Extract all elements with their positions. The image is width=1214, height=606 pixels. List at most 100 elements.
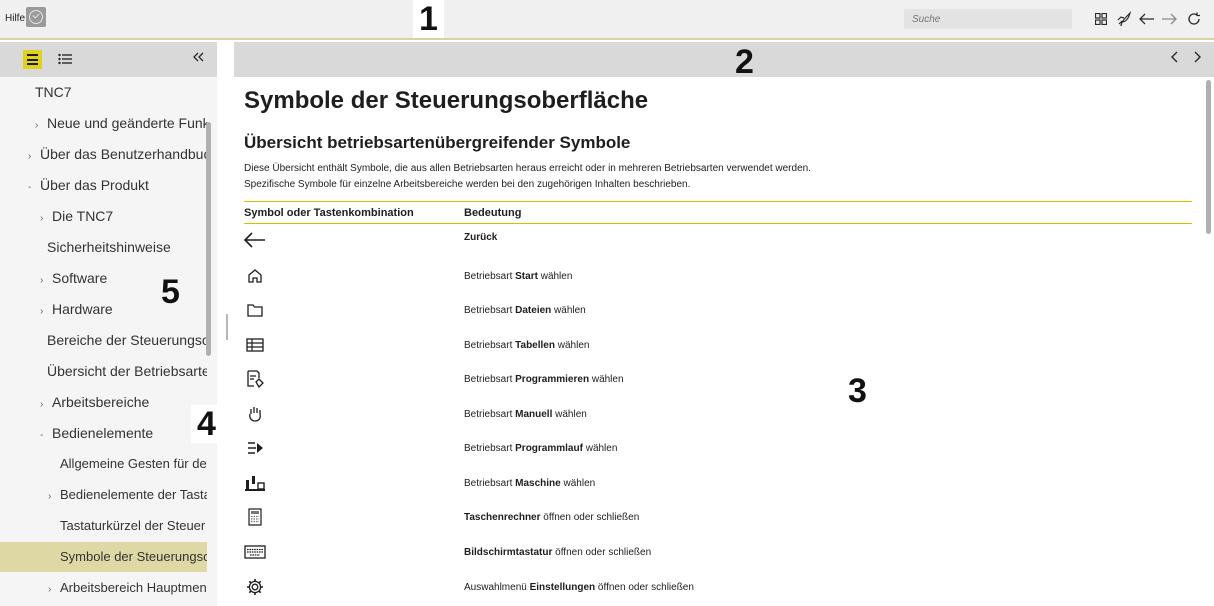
expand-chevron-icon[interactable]: › (35, 111, 47, 138)
meaning-text: öffnen oder schließen (595, 582, 694, 593)
arrow-left-icon[interactable] (1138, 9, 1156, 29)
sidebar-item[interactable]: › Neue und geänderte Funkti (0, 108, 207, 138)
sidebar-item-label: Bereiche der Steuerungso (47, 332, 207, 348)
meaning-keyword: Programmieren (515, 374, 590, 385)
sidebar-item-label: Symbole der Steuerungso (60, 549, 207, 564)
meaning-text: Betriebsart (464, 409, 516, 420)
search-field[interactable] (904, 9, 1072, 30)
meaning-keyword: Start (515, 271, 538, 282)
table-divider (244, 201, 1192, 202)
gear-icon (244, 576, 266, 598)
table-divider (244, 223, 1192, 224)
symbol-meaning: Betriebsart Programmlauf wählen (464, 443, 617, 454)
symbol-meaning: Betriebsart Maschine wählen (464, 478, 595, 489)
sidebar-item[interactable]: Allgemeine Gesten für der (0, 449, 207, 479)
sidebar-item-label: Allgemeine Gesten für der (60, 456, 207, 471)
sidebar-nav: TNC7 › Neue und geänderte Funkti › Über das … (0, 77, 207, 606)
panel-splitter[interactable] (226, 314, 228, 340)
sidebar-item-label: Arbeitsbereiche (52, 394, 150, 410)
sidebar-header (0, 42, 217, 77)
toc-view-icon[interactable] (23, 50, 42, 69)
keyboard-icon (244, 541, 266, 563)
intro-text: Diese Übersicht enthält Symbole, die aus… (244, 163, 811, 174)
sidebar-item-label: Software (52, 270, 108, 286)
folder-icon (244, 299, 266, 321)
sidebar-item[interactable]: Sicherheitshinweise (0, 232, 207, 262)
meaning-text: wählen (589, 374, 624, 385)
sidebar-item[interactable]: › Über das Benutzerhandbuc (0, 139, 207, 169)
sidebar-item-label: TNC7 (35, 84, 72, 100)
collapse-sidebar-icon[interactable] (193, 50, 205, 67)
content-header-bar (234, 42, 1214, 77)
search-input[interactable] (904, 9, 1072, 30)
meaning-text: öffnen oder schließen (540, 512, 640, 523)
program-run-icon (244, 437, 266, 459)
meaning-text: Betriebsart (464, 374, 516, 385)
sidebar-item-label: Übersicht der Betriebsarte (47, 363, 207, 379)
previous-page-icon[interactable] (1170, 50, 1180, 67)
collapse-marker-icon[interactable]: - (28, 173, 40, 200)
sidebar-item[interactable]: › Arbeitsbereich Hauptmen (0, 573, 207, 603)
meaning-text: wählen (554, 340, 590, 351)
sidebar-item[interactable]: Tastaturkürzel der Steuer (0, 511, 207, 541)
rocket-icon[interactable] (1115, 9, 1133, 29)
content-scrollbar[interactable] (1206, 80, 1211, 234)
sidebar-item[interactable]: › Arbeitsbereiche (0, 387, 207, 417)
reload-icon[interactable] (1185, 9, 1203, 29)
callout-number: 1 (413, 0, 444, 38)
expand-chevron-icon[interactable]: › (40, 297, 52, 324)
arrow-right-icon[interactable] (1160, 9, 1178, 29)
sidebar-item[interactable]: › Die TNC7 (0, 201, 207, 231)
symbol-meaning: Taschenrechner öffnen oder schließen (464, 512, 639, 523)
callout-number: 4 (191, 405, 222, 443)
check-circle-icon[interactable] (26, 7, 46, 27)
symbol-meaning: Betriebsart Programmieren wählen (464, 374, 624, 385)
list-view-icon[interactable] (58, 52, 72, 68)
expand-chevron-icon[interactable]: › (48, 575, 60, 603)
machine-icon (244, 472, 266, 494)
sidebar-item[interactable]: Übersicht der Betriebsarte (0, 356, 207, 386)
program-edit-icon (244, 368, 266, 390)
calculator-icon (244, 506, 266, 528)
hand-icon (244, 403, 266, 425)
meaning-text: wählen (537, 271, 573, 282)
meaning-text: wählen (552, 409, 587, 420)
expand-chevron-icon[interactable]: › (48, 482, 60, 510)
expand-chevron-icon[interactable]: › (40, 266, 52, 293)
column-header-symbol: Symbol oder Tastenkombination (244, 207, 414, 219)
sidebar-item-label: Neue und geänderte Funkti (47, 115, 207, 131)
sidebar-scrollbar[interactable] (206, 122, 211, 356)
next-page-icon[interactable] (1192, 50, 1202, 67)
meaning-keyword: Programmlauf (515, 443, 583, 454)
collapse-marker-icon[interactable]: - (40, 421, 52, 448)
meaning-text: Betriebsart (464, 478, 516, 489)
sidebar-item[interactable]: - Bedienelemente (0, 418, 207, 448)
sidebar-item[interactable]: Bereiche der Steuerungso (0, 325, 207, 355)
sidebar-item[interactable]: - Über das Produkt (0, 170, 207, 200)
sidebar-item-label: Über das Produkt (40, 177, 149, 193)
meaning-text: wählen (560, 478, 596, 489)
symbol-meaning: Zurück (464, 232, 497, 243)
meaning-keyword: Maschine (515, 478, 561, 489)
sidebar-item[interactable]: TNC7 (0, 77, 207, 107)
meaning-keyword: Dateien (515, 305, 552, 316)
symbol-meaning: Auswahlmenü Einstellungen öffnen oder sc… (464, 582, 694, 593)
sidebar-item[interactable]: Symbole der Steuerungso (0, 542, 207, 572)
meaning-keyword: Manuell (515, 409, 553, 420)
expand-chevron-icon[interactable]: › (40, 390, 52, 417)
table-icon (244, 334, 266, 356)
expand-chevron-icon[interactable]: › (40, 204, 52, 231)
expand-chevron-icon[interactable]: › (28, 142, 40, 169)
sidebar-item-label: Die TNC7 (52, 208, 114, 224)
symbol-meaning: Betriebsart Manuell wählen (464, 409, 587, 420)
sidebar-item-label: Arbeitsbereich Hauptmen (60, 580, 207, 595)
symbol-meaning: Betriebsart Start wählen (464, 271, 572, 282)
sidebar-item-label: Tastaturkürzel der Steuer (60, 518, 206, 533)
symbol-meaning: Bildschirmtastatur öffnen oder schließen (464, 547, 651, 558)
callout-number: 2 (735, 43, 754, 81)
grid-icon[interactable] (1092, 9, 1110, 29)
symbol-meaning: Betriebsart Tabellen wählen (464, 340, 589, 351)
meaning-text: wählen (551, 305, 586, 316)
meaning-text: Betriebsart (464, 443, 516, 454)
sidebar-item[interactable]: › Bedienelemente der Tasta (0, 480, 207, 510)
